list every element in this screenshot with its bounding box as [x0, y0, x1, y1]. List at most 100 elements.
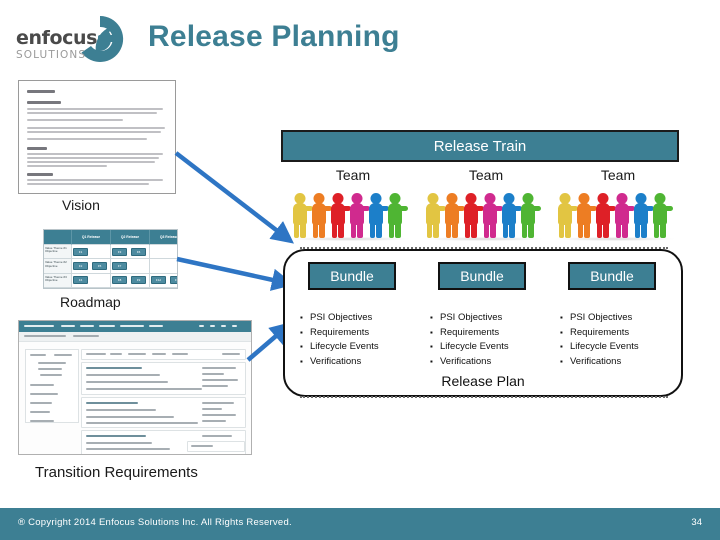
person-figure: [613, 193, 635, 239]
person-figure: [386, 193, 408, 239]
roadmap-cell: [150, 259, 177, 274]
list-item: ▪ PSI Objectives: [300, 311, 420, 326]
list-item: ▪ Requirements: [560, 326, 680, 341]
team-people-illustration: [420, 186, 552, 241]
app-dropdown[interactable]: [187, 441, 245, 452]
person-figure: [310, 193, 332, 239]
team-column: Team: [420, 166, 552, 241]
bullet-marker-icon: ▪: [300, 342, 303, 351]
person-figure: [443, 193, 465, 239]
requirements-app-screenshot-thumbnail: [18, 320, 252, 455]
release-plan-top-divider: [300, 247, 668, 249]
page-title: Release Planning: [148, 20, 400, 53]
vision-document-thumbnail: [18, 80, 176, 194]
bundle-contents-list: ▪ PSI Objectives ▪ Requirements ▪ Lifecycle…: [560, 311, 680, 369]
bundle-label: Bundle: [460, 268, 504, 284]
bullet-marker-icon: ▪: [300, 327, 303, 337]
person-figure: [519, 193, 541, 239]
roadmap-column-header: Q1 Release: [72, 230, 111, 245]
bundle-box: Bundle: [568, 262, 656, 290]
roadmap-cell: F2 F5: [72, 259, 111, 274]
app-list-item: [81, 362, 246, 395]
roadmap-row-label: Value Theme #1 Objective: [44, 245, 72, 260]
list-item-label: Verifications: [310, 355, 362, 367]
roadmap-label: Roadmap: [60, 294, 121, 310]
person-figure: [329, 193, 351, 239]
release-plan-bottom-divider: [300, 396, 668, 398]
bundle-contents-list: ▪ PSI Objectives ▪ Requirements ▪ Lifecycle…: [430, 311, 550, 369]
roadmap-chip: F2: [73, 261, 88, 270]
list-item: ▪ Requirements: [300, 326, 420, 341]
person-figure: [462, 193, 484, 239]
bundle-label: Bundle: [330, 268, 374, 284]
roadmap-column-header: Q2 Release: [111, 230, 150, 245]
person-figure: [556, 193, 578, 239]
list-item-label: Requirements: [570, 326, 630, 338]
bullet-marker-icon: ▪: [560, 342, 563, 351]
person-figure: [481, 193, 503, 239]
team-label: Team: [600, 167, 636, 183]
roadmap-chip: F6: [131, 247, 146, 256]
list-item: ▪ PSI Objectives: [430, 311, 550, 326]
logo-brand-top: enFOCUS: [16, 27, 98, 49]
person-figure: [424, 193, 446, 239]
arrow-vision-to-teams: [174, 151, 294, 244]
bullet-marker-icon: ▪: [430, 313, 433, 322]
roadmap-chip: F5: [92, 261, 107, 270]
app-sidebar: [25, 349, 79, 423]
list-item: ▪ Verifications: [300, 355, 420, 370]
person-figure: [632, 193, 654, 239]
team-label: Team: [468, 167, 504, 183]
page-number: 34: [691, 517, 702, 528]
roadmap-chip: F1: [73, 247, 88, 256]
roadmap-chip: F8: [112, 276, 127, 285]
release-train-label: Release Train: [433, 137, 527, 155]
list-item-label: Lifecycle Events: [440, 341, 509, 352]
arrow-transition-requirements-to-release-plan: [246, 321, 293, 362]
list-item: ▪ Lifecycle Events: [430, 340, 550, 355]
list-item: ▪ PSI Objectives: [560, 311, 680, 326]
roadmap-cell: F3 F6: [111, 245, 150, 260]
release-plan-label: Release Plan: [441, 373, 525, 389]
roadmap-table-corner: [44, 230, 72, 245]
roadmap-col-label-1: Q2 Release: [120, 235, 140, 239]
team-people-illustration: [552, 186, 684, 241]
bundle-box: Bundle: [308, 262, 396, 290]
roadmap-row-label: Value Theme #3 Objective: [44, 273, 72, 288]
roadmap-col-label-2: Q3 Release: [159, 235, 178, 239]
roadmap-table: Q1 Release Q2 Release Q3 Release Value T…: [43, 229, 178, 289]
bullet-marker-icon: ▪: [430, 342, 433, 351]
logo-brand-bottom: SOLUTIONS: [16, 49, 87, 61]
roadmap-chip: F9: [131, 276, 146, 285]
list-item-label: Lifecycle Events: [570, 341, 639, 352]
bundle-box: Bundle: [438, 262, 526, 290]
roadmap-chip: F12: [151, 276, 166, 285]
person-figure: [500, 193, 522, 239]
roadmap-chip: F7: [112, 261, 127, 270]
person-figure: [367, 193, 389, 239]
roadmap-cell: F4: [72, 273, 111, 288]
list-item-label: Verifications: [440, 355, 492, 367]
roadmap-cell: F12 F13: [150, 274, 177, 288]
person-figure: [575, 193, 597, 239]
bundle-label: Bundle: [590, 268, 634, 284]
bundle-contents-list: ▪ PSI Objectives ▪ Requirements ▪ Lifecycle…: [300, 311, 420, 369]
footer-bar: ® Copyright 2014 Enfocus Solutions Inc. …: [0, 508, 720, 540]
roadmap-chip: F4: [73, 276, 88, 285]
roadmap-row-label: Value Theme #2 Objective: [44, 259, 72, 274]
roadmap-cell: F8 F9: [111, 273, 150, 288]
bullet-marker-icon: ▪: [430, 356, 433, 366]
list-item-label: Requirements: [440, 326, 500, 338]
app-breadcrumb-bar: [19, 332, 251, 342]
list-item: ▪ Verifications: [560, 355, 680, 370]
bullet-marker-icon: ▪: [560, 313, 563, 322]
person-figure: [348, 193, 370, 239]
release-train-banner: Release Train: [281, 130, 679, 162]
copyright-text: ® Copyright 2014 Enfocus Solutions Inc. …: [18, 517, 292, 528]
team-column: Team: [287, 166, 419, 241]
list-item-label: PSI Objectives: [440, 312, 503, 323]
list-item-label: PSI Objectives: [570, 312, 633, 323]
roadmap-chip: F3: [112, 247, 127, 256]
person-figure: [594, 193, 616, 239]
roadmap-cell: F1: [72, 245, 111, 260]
